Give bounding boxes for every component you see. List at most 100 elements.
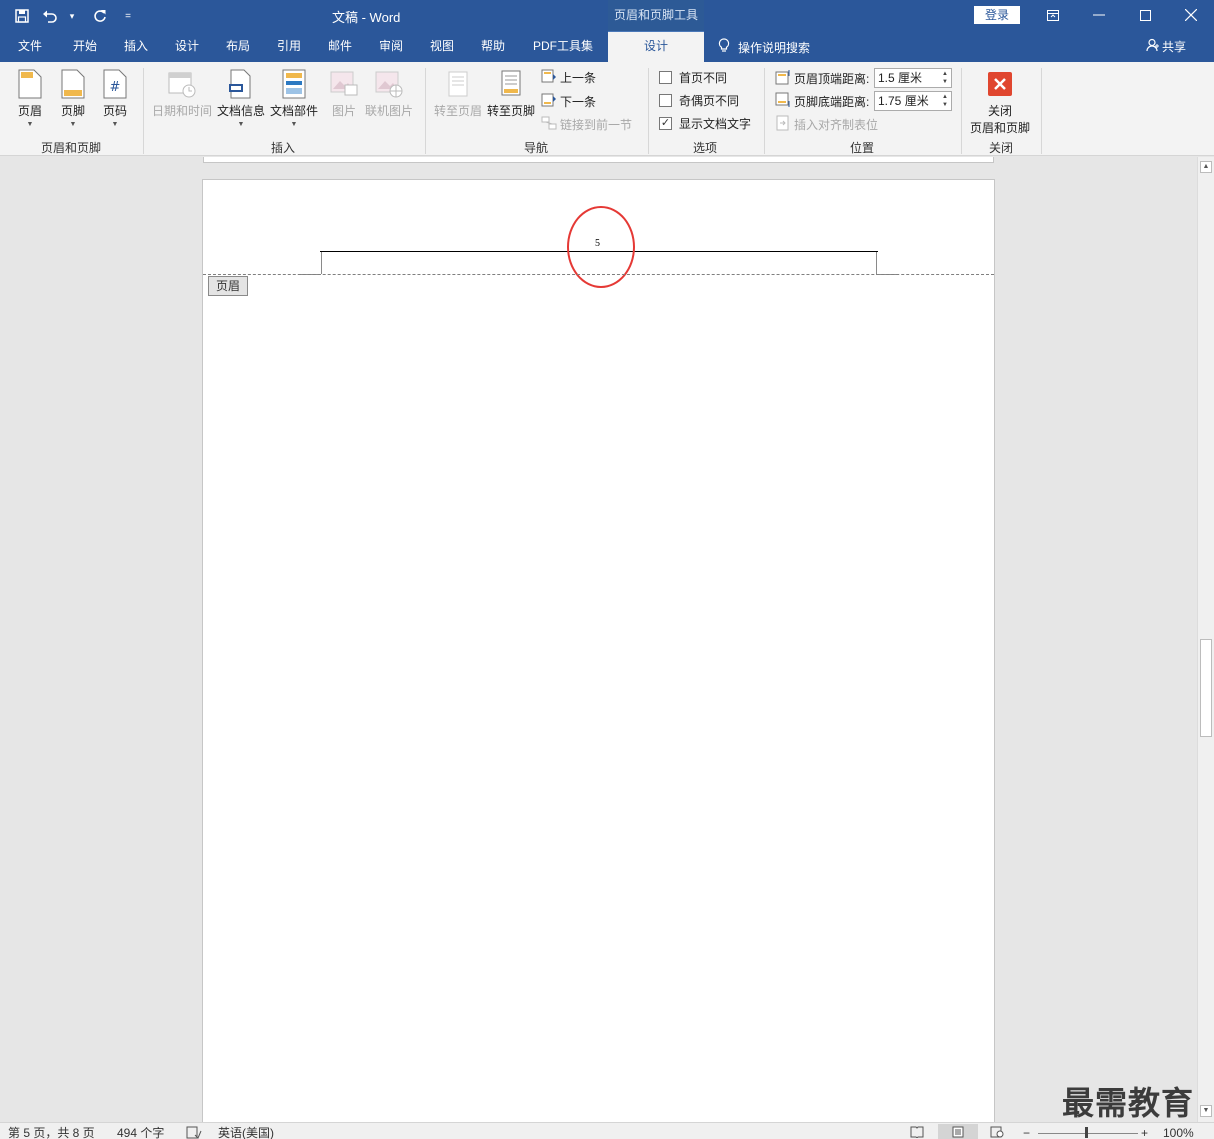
calendar-clock-icon <box>166 68 198 100</box>
different-first-page-checkbox[interactable]: 首页不同 <box>659 69 727 86</box>
tab-layout[interactable]: 布局 <box>226 32 250 62</box>
group-divider <box>1041 68 1042 154</box>
language-status[interactable]: 英语(美国) <box>218 1126 274 1139</box>
footer-from-bottom-value: 1.75 厘米 <box>878 94 929 108</box>
checkbox-box <box>659 94 672 107</box>
svg-text:#: # <box>110 80 121 95</box>
goto-footer-button[interactable]: 转至页脚 <box>487 68 535 119</box>
zoom-in-icon[interactable]: + <box>1141 1126 1148 1139</box>
page-number-label: 页码 <box>102 104 127 118</box>
group-divider <box>143 68 144 154</box>
proofing-icon[interactable] <box>186 1126 202 1139</box>
footer-button[interactable]: 页脚 ▼ <box>57 68 89 128</box>
undo-dropdown-icon[interactable]: ▾ <box>58 4 86 28</box>
vertical-scrollbar[interactable]: ▲ ▼ <box>1197 157 1214 1122</box>
lightbulb-icon <box>718 38 730 56</box>
document-info-button[interactable]: 文档信息 ▼ <box>217 68 265 128</box>
close-window-icon[interactable] <box>1168 0 1214 30</box>
status-bar: 第 5 页，共 8 页 494 个字 英语(美国) − + 100% <box>0 1122 1214 1139</box>
page-number-icon: # <box>99 68 131 100</box>
chevron-down-icon: ▼ <box>69 121 77 128</box>
tell-me-search[interactable]: 操作说明搜索 <box>718 38 810 56</box>
link-icon <box>541 115 557 134</box>
tab-header-footer-design[interactable]: 设计 <box>608 32 704 62</box>
read-mode-icon[interactable] <box>910 1126 924 1139</box>
person-icon <box>1146 38 1160 55</box>
minimize-icon[interactable] <box>1076 0 1122 30</box>
group-divider <box>764 68 765 154</box>
zoom-level[interactable]: 100% <box>1163 1126 1194 1139</box>
tab-help[interactable]: 帮助 <box>481 32 505 62</box>
tab-file[interactable]: 文件 <box>18 32 42 62</box>
link-to-previous-button[interactable]: 链接到前一节 <box>541 115 632 134</box>
page-number-button[interactable]: # 页码 ▼ <box>99 68 131 128</box>
group-label-navigation: 导航 <box>523 141 548 155</box>
document-area[interactable]: 5 页眉 <box>0 157 1197 1122</box>
scroll-up-icon[interactable]: ▲ <box>1200 161 1212 173</box>
save-icon[interactable] <box>8 4 36 28</box>
online-pictures-label: 联机图片 <box>365 104 414 118</box>
spinner-arrows-icon[interactable]: ▲ ▼ <box>941 70 949 86</box>
quick-parts-button[interactable]: 文档部件 ▼ <box>270 68 318 128</box>
print-layout-icon[interactable] <box>938 1124 978 1139</box>
close-label-line2: 页眉和页脚 <box>970 121 1031 135</box>
footer-position-icon <box>775 92 791 111</box>
previous-button[interactable]: 上一条 <box>541 68 596 87</box>
checkbox-box: ✓ <box>659 117 672 130</box>
online-picture-icon <box>373 68 405 100</box>
pictures-button[interactable]: 图片 <box>328 68 360 119</box>
next-section-icon <box>541 92 557 111</box>
next-label: 下一条 <box>560 95 597 109</box>
zoom-slider[interactable] <box>1038 1133 1138 1134</box>
header-from-top-spinner[interactable]: 1.5 厘米 ▲ ▼ <box>874 68 952 88</box>
tab-design[interactable]: 设计 <box>175 32 199 62</box>
spinner-arrows-icon[interactable]: ▲ ▼ <box>941 93 949 109</box>
scroll-down-icon[interactable]: ▼ <box>1200 1105 1212 1117</box>
previous-label: 上一条 <box>560 71 597 85</box>
word-count-status[interactable]: 494 个字 <box>117 1126 164 1139</box>
margin-corner-mark <box>321 252 322 274</box>
redo-icon[interactable] <box>86 4 114 28</box>
insert-alignment-tab-button[interactable]: 插入对齐制表位 <box>775 115 878 134</box>
document-page[interactable]: 5 页眉 <box>202 179 995 1122</box>
goto-header-button[interactable]: 转至页眉 <box>434 68 482 119</box>
tab-review[interactable]: 审阅 <box>379 32 403 62</box>
maximize-icon[interactable] <box>1122 0 1168 30</box>
ribbon-display-options-icon[interactable] <box>1030 0 1076 30</box>
online-pictures-button[interactable]: 联机图片 <box>365 68 413 119</box>
header-button[interactable]: 页眉 ▼ <box>14 68 46 128</box>
group-label-close: 关闭 <box>988 141 1013 155</box>
close-header-footer-button[interactable]: 关闭 页眉和页脚 <box>970 68 1030 136</box>
login-button[interactable]: 登录 <box>974 6 1020 24</box>
group-divider <box>648 68 649 154</box>
tab-references[interactable]: 引用 <box>277 32 301 62</box>
date-time-button[interactable]: 日期和时间 <box>152 68 212 119</box>
tab-home[interactable]: 开始 <box>73 32 97 62</box>
tab-mailings[interactable]: 邮件 <box>328 32 352 62</box>
customize-qat-icon[interactable]: = <box>114 4 142 28</box>
page-count-status[interactable]: 第 5 页，共 8 页 <box>8 1126 95 1139</box>
different-odd-even-checkbox[interactable]: 奇偶页不同 <box>659 92 739 109</box>
footer-from-bottom-label: 页脚底端距离: <box>775 92 869 111</box>
goto-footer-icon <box>495 68 527 100</box>
ribbon-tabs: 文件 开始 插入 设计 布局 引用 邮件 审阅 视图 帮助 PDF工具集 设计 … <box>0 32 1214 62</box>
scrollbar-thumb[interactable] <box>1200 639 1212 737</box>
link-to-previous-label: 链接到前一节 <box>560 118 633 132</box>
show-document-text-checkbox[interactable]: ✓ 显示文档文字 <box>659 115 751 132</box>
tab-insert[interactable]: 插入 <box>124 32 148 62</box>
group-label-insert: 插入 <box>270 141 295 155</box>
header-from-top-label: 页眉顶端距离: <box>775 69 869 88</box>
footer-from-bottom-spinner[interactable]: 1.75 厘米 ▲ ▼ <box>874 91 952 111</box>
zoom-slider-thumb[interactable] <box>1085 1127 1088 1138</box>
header-tag: 页眉 <box>208 276 248 296</box>
insert-alignment-tab-label: 插入对齐制表位 <box>794 118 879 132</box>
tab-view[interactable]: 视图 <box>430 32 454 62</box>
web-layout-icon[interactable] <box>990 1126 1004 1139</box>
next-button[interactable]: 下一条 <box>541 92 596 111</box>
share-button[interactable]: 共享 <box>1146 38 1186 55</box>
tab-pdf-tools[interactable]: PDF工具集 <box>533 32 593 62</box>
pictures-label: 图片 <box>331 104 356 118</box>
zoom-out-icon[interactable]: − <box>1023 1126 1030 1139</box>
goto-footer-label: 转至页脚 <box>487 104 536 118</box>
share-label: 共享 <box>1162 40 1187 54</box>
